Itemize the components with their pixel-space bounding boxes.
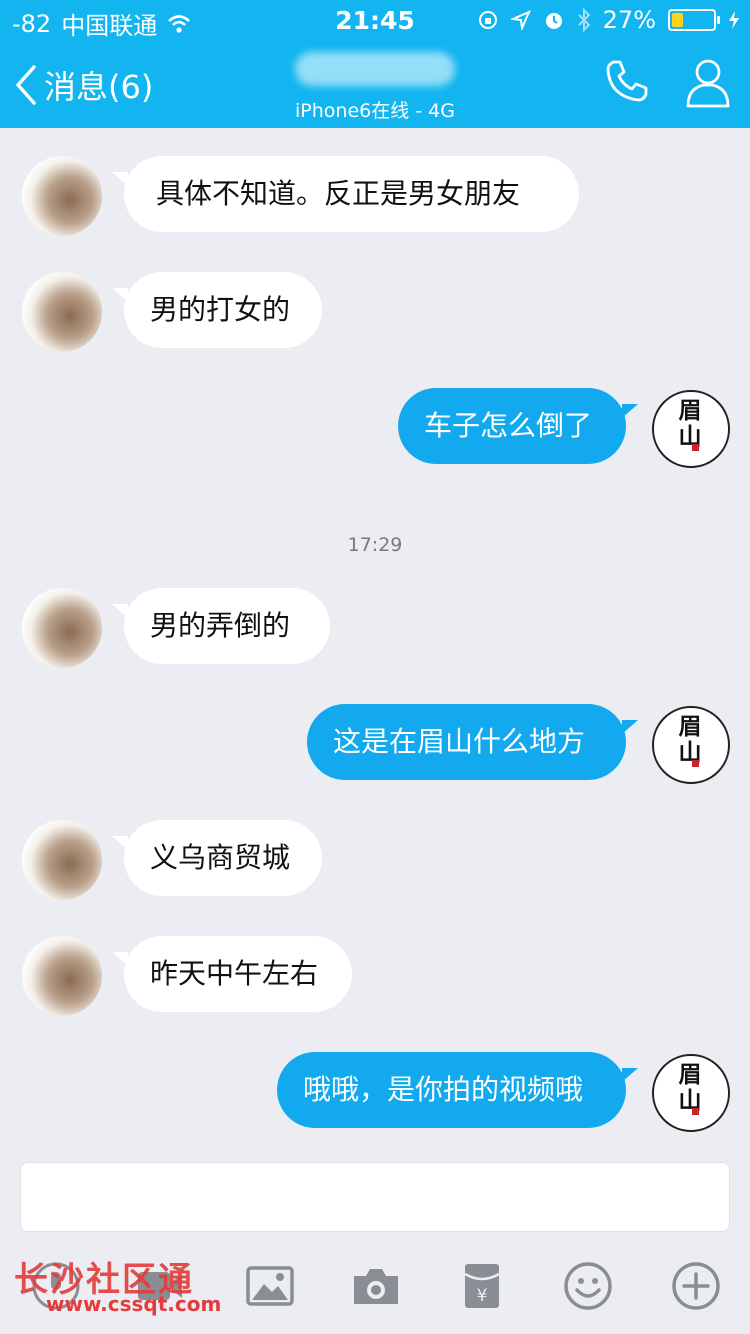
alarm-icon: [545, 13, 562, 29]
bubble-tail: [622, 404, 638, 418]
call-button[interactable]: [604, 58, 650, 108]
timestamp: 17:29: [347, 534, 403, 556]
charging-icon: [729, 11, 739, 29]
message-bubble[interactable]: 这是在眉山什么地方: [307, 704, 626, 780]
avatar-text: 眉山: [678, 397, 702, 450]
red-packet-icon: ¥: [464, 1264, 500, 1308]
message-bubble[interactable]: 车子怎么倒了: [398, 388, 626, 464]
watermark-url: www.cssqt.com: [46, 1292, 222, 1316]
person-icon: [686, 59, 730, 108]
profile-button[interactable]: [684, 56, 732, 114]
bubble-tail: [622, 1068, 638, 1082]
seal-stamp: [692, 760, 699, 767]
my-avatar[interactable]: 眉山: [652, 1054, 730, 1132]
contact-avatar[interactable]: [22, 936, 102, 1016]
contact-avatar[interactable]: [22, 820, 102, 900]
contact-avatar[interactable]: [22, 588, 102, 668]
emoji-button[interactable]: [562, 1260, 614, 1312]
phone-icon: [606, 60, 648, 102]
status-bar: -82 中国联通 21:45 27%: [0, 0, 750, 40]
bubble-tail: [622, 720, 638, 734]
chat-area[interactable]: 具体不知道。反正是男女朋友 男的打女的 车子怎么倒了 眉山 17:29 男的弄倒…: [0, 128, 750, 1156]
message-bubble[interactable]: 义乌商贸城: [124, 820, 322, 896]
contact-avatar[interactable]: [22, 156, 102, 236]
location-icon: [510, 10, 531, 30]
message-bubble[interactable]: 男的打女的: [124, 272, 322, 348]
message-input[interactable]: [20, 1162, 730, 1232]
avatar-text: 眉山: [678, 713, 702, 766]
bluetooth-icon: [577, 8, 591, 32]
plus-icon: [672, 1262, 720, 1310]
my-avatar[interactable]: 眉山: [652, 706, 730, 784]
message-bubble[interactable]: 具体不知道。反正是男女朋友: [124, 156, 579, 232]
battery-percent: 27%: [602, 6, 656, 34]
message-bubble[interactable]: 哦哦，是你拍的视频哦: [277, 1052, 626, 1128]
camera-icon: [354, 1269, 398, 1304]
seal-stamp: [692, 1108, 699, 1115]
image-icon: [246, 1266, 294, 1306]
svg-text:¥: ¥: [477, 1286, 488, 1306]
camera-button[interactable]: [350, 1260, 402, 1312]
contact-avatar[interactable]: [22, 272, 102, 352]
nav-bar: 消息(6) iPhone6在线 - 4G: [0, 40, 750, 128]
red-packet-button[interactable]: ¥: [456, 1260, 508, 1312]
redacted-name: [295, 52, 455, 86]
message-bubble[interactable]: 男的弄倒的: [124, 588, 330, 664]
message-bubble[interactable]: 昨天中午左右: [124, 936, 352, 1012]
image-button[interactable]: [244, 1260, 296, 1312]
more-button[interactable]: [670, 1260, 722, 1312]
seal-stamp: [692, 444, 699, 451]
battery-level: [672, 13, 683, 27]
rotation-lock-icon: [478, 11, 497, 29]
avatar-text: 眉山: [678, 1061, 702, 1114]
battery-icon: [668, 9, 720, 31]
my-avatar[interactable]: 眉山: [652, 390, 730, 468]
emoji-icon: [564, 1262, 612, 1310]
